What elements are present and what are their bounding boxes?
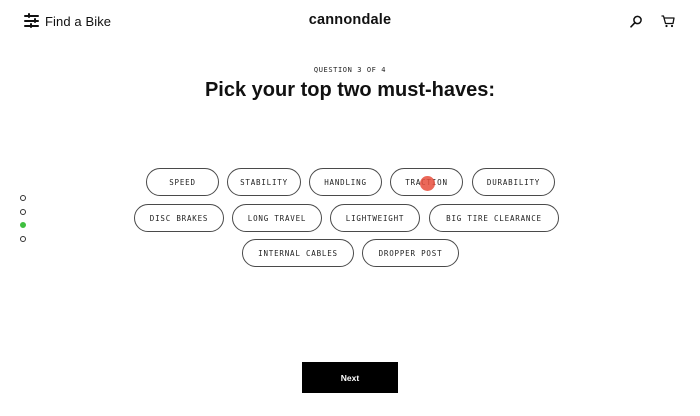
option-traction[interactable]: TRACTION xyxy=(390,168,463,196)
progress-dot[interactable] xyxy=(20,208,26,215)
option-long-travel[interactable]: LONG TRAVEL xyxy=(232,204,322,232)
option-handling[interactable]: HANDLING xyxy=(309,168,382,196)
search-icon[interactable] xyxy=(630,15,643,28)
question-counter: QUESTION 3 OF 4 xyxy=(313,66,387,74)
logo[interactable]: cannondale xyxy=(0,12,700,28)
quiz-page: Find a Bike cannondale QUESTION 3 OF 4 P… xyxy=(0,0,700,416)
question-title: Pick your top two must-haves: xyxy=(204,79,496,101)
option-durability[interactable]: DURABILITY xyxy=(472,168,555,196)
header: Find a Bike cannondale xyxy=(0,0,700,44)
next-button[interactable]: Next xyxy=(302,362,398,393)
progress-dot[interactable] xyxy=(20,235,26,242)
option-stability[interactable]: STABILITY xyxy=(227,168,301,196)
cart-icon[interactable] xyxy=(661,15,675,28)
option-dropper-post[interactable]: DROPPER POST xyxy=(362,239,459,267)
option-lightweight[interactable]: LIGHTWEIGHT xyxy=(330,204,420,232)
option-internal-cables[interactable]: INTERNAL CABLES xyxy=(242,239,354,267)
progress-dot-active[interactable] xyxy=(20,222,26,228)
option-disc-brakes[interactable]: DISC BRAKES xyxy=(134,204,224,232)
progress-dot[interactable] xyxy=(20,195,26,201)
option-big-tire-clearance[interactable]: BIG TIRE CLEARANCE xyxy=(429,204,559,232)
option-speed[interactable]: SPEED xyxy=(146,168,219,196)
question-progress xyxy=(20,195,28,249)
